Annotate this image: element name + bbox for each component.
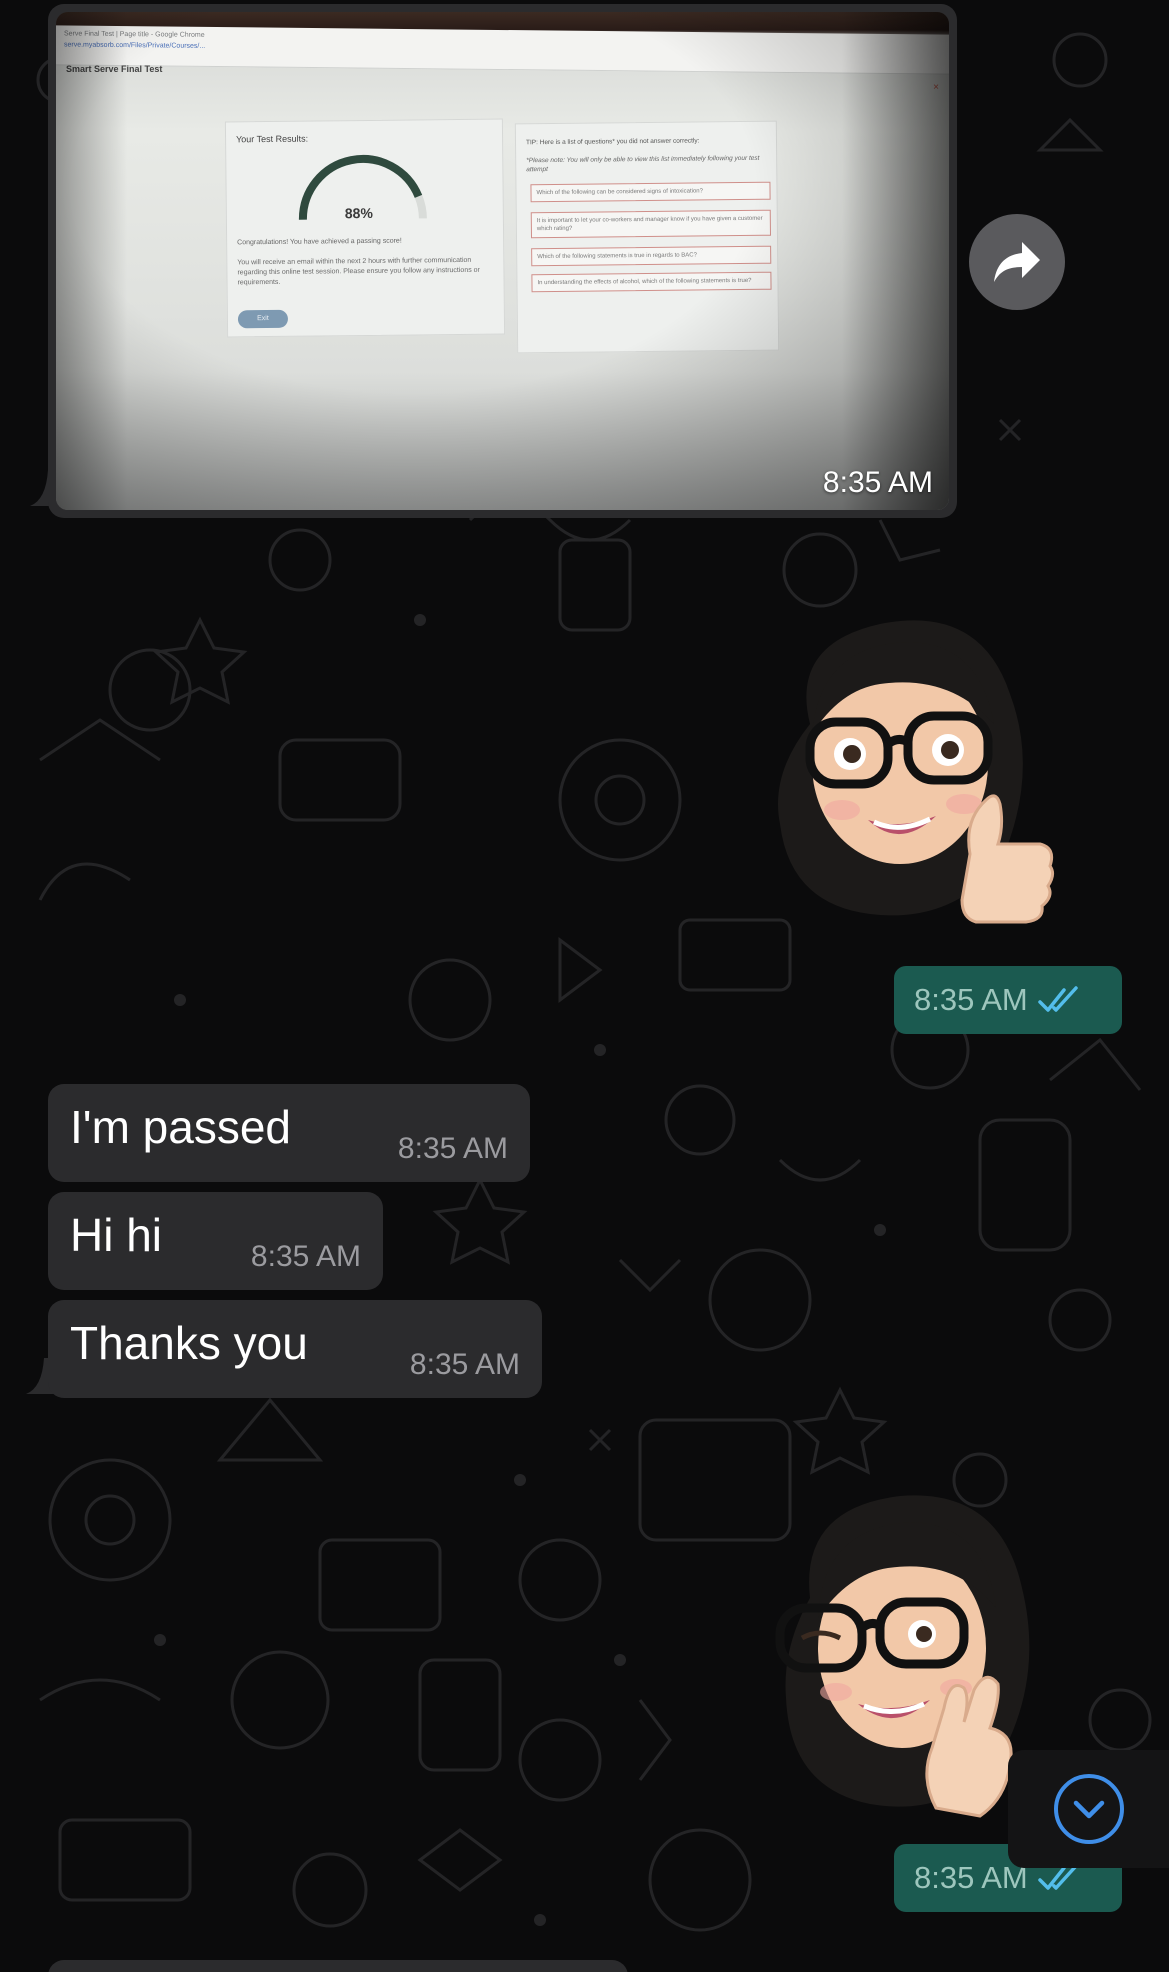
photo-congrats-text: Congratulations! You have achieved a pas… — [237, 237, 402, 247]
scroll-to-bottom-button[interactable] — [1008, 1750, 1169, 1868]
message-time: 8:35 AM — [397, 1132, 508, 1165]
photo-results-card: Your Test Results: 88% Congratulations! … — [224, 118, 506, 338]
double-check-icon — [1038, 1864, 1078, 1890]
double-check-icon — [1038, 986, 1078, 1012]
photo-email-note: You will receive an email within the nex… — [237, 256, 480, 287]
photo-timestamp: 8:35 AM — [822, 466, 933, 499]
photo-message-bubble[interactable]: Serve Final Test | Page title - Google C… — [48, 4, 957, 518]
photo-question: It is important to let your co-workers a… — [530, 209, 771, 239]
photo-exit-button: Exit — [237, 309, 289, 329]
incoming-message[interactable]: Hi hi 8:35 AM — [48, 1192, 383, 1290]
forward-arrow-icon — [994, 242, 1040, 282]
message-time: 8:35 AM — [409, 1348, 520, 1381]
memoji-thumbs-up-sticker[interactable] — [750, 604, 1080, 944]
message-text: Hi hi — [70, 1209, 163, 1261]
message-time: 8:35 AM — [250, 1240, 361, 1273]
incoming-message[interactable]: I'm passed 8:35 AM — [48, 1084, 530, 1182]
photo-results-title: Your Test Results: — [236, 133, 309, 145]
sticker-time: 8:35 AM — [914, 982, 1028, 1017]
sticker-timestamp-pill: 8:35 AM — [894, 966, 1122, 1034]
message-text: I'm passed — [70, 1101, 291, 1153]
sticker-time: 8:35 AM — [914, 1860, 1028, 1895]
photo-tip-head: TIP: Here is a list of questions* you di… — [525, 137, 700, 147]
photo-tips-card: TIP: Here is a list of questions* you di… — [514, 120, 780, 354]
score-percent: 88% — [344, 204, 373, 222]
photo-attachment[interactable]: Serve Final Test | Page title - Google C… — [56, 12, 949, 510]
photo-site-title: Smart Serve Final Test — [66, 64, 163, 74]
photo-browser-bar: Serve Final Test | Page title - Google C… — [56, 25, 949, 75]
photo-close-glyph: × — [933, 82, 939, 93]
next-message-bubble[interactable] — [48, 1960, 628, 1972]
chevron-down-circle-icon — [1053, 1774, 1124, 1844]
photo-question: In understanding the effects of alcohol,… — [531, 271, 772, 293]
photo-tip-note: *Please note: You will only be able to v… — [526, 154, 760, 174]
incoming-message[interactable]: Thanks you 8:35 AM — [48, 1300, 542, 1398]
message-text: Thanks you — [70, 1317, 308, 1369]
photo-question: Which of the following statements is tru… — [531, 245, 772, 267]
forward-button[interactable] — [969, 214, 1065, 310]
photo-question: Which of the following can be considered… — [530, 181, 771, 203]
